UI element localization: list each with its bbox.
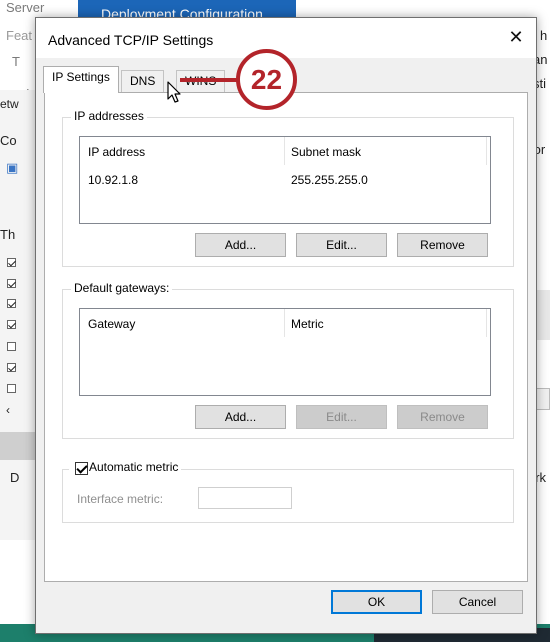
advanced-tcpip-dialog: Advanced TCP/IP Settings ✕ IP Settings D… [35, 17, 537, 634]
subnet-mask-value[interactable]: 255.255.255.0 [291, 173, 368, 187]
gateway-edit-button[interactable]: Edit... [296, 405, 387, 429]
column-metric[interactable]: Metric [291, 317, 324, 331]
bg-checkbox-3 [7, 299, 16, 308]
tab-ip-settings[interactable]: IP Settings [43, 66, 119, 93]
bg-fragment-etw: etw [0, 97, 19, 111]
close-icon[interactable]: ✕ [504, 26, 528, 50]
column-separator [486, 137, 487, 165]
bg-checkbox-1 [7, 258, 16, 267]
bg-right-h: h [540, 28, 548, 43]
bg-network-icon: ▣ [6, 160, 19, 175]
cancel-button[interactable]: Cancel [432, 590, 523, 614]
callout-badge: 22 [236, 49, 297, 110]
bg-scroll-left-icon: ‹ [6, 403, 10, 417]
automatic-metric-checkbox[interactable] [75, 462, 88, 475]
interface-metric-input[interactable] [198, 487, 292, 509]
bg-fragment-d: D [10, 470, 20, 485]
ip-edit-button[interactable]: Edit... [296, 233, 387, 257]
ok-button[interactable]: OK [331, 590, 422, 614]
column-separator [284, 137, 285, 165]
column-gateway[interactable]: Gateway [88, 317, 135, 331]
ip-settings-panel: IP addresses IP address Subnet mask 10.9… [44, 92, 528, 582]
automatic-metric-group: Automatic metric Interface metric: [62, 460, 514, 523]
bg-feat-label: Feat [6, 28, 33, 43]
dialog-title: Advanced TCP/IP Settings [48, 32, 214, 48]
gateway-remove-button[interactable]: Remove [397, 405, 488, 429]
bg-fragment-co: Co [0, 133, 17, 148]
bg-checkbox-6 [7, 363, 16, 372]
bg-checkbox-2 [7, 279, 16, 288]
callout-pointer-line [180, 78, 238, 82]
column-ip-address[interactable]: IP address [88, 145, 145, 159]
tab-dns[interactable]: DNS [121, 70, 165, 92]
bg-checkbox-5 [7, 342, 16, 351]
column-separator [486, 309, 487, 337]
mouse-cursor-icon [167, 81, 181, 103]
bg-server-label: Server [6, 0, 45, 15]
bg-fragment-th: Th [0, 227, 16, 242]
ip-list-header: IP address Subnet mask [80, 137, 490, 165]
bg-gray-block [0, 432, 36, 460]
ip-add-button[interactable]: Add... [195, 233, 286, 257]
interface-metric-label: Interface metric: [77, 492, 164, 506]
ip-remove-button[interactable]: Remove [397, 233, 488, 257]
ip-addresses-group: IP addresses IP address Subnet mask 10.9… [62, 109, 514, 267]
gateway-add-button[interactable]: Add... [195, 405, 286, 429]
ip-address-value[interactable]: 10.92.1.8 [88, 173, 138, 187]
ip-addresses-label: IP addresses [71, 109, 147, 123]
column-separator [284, 309, 285, 337]
bg-checkbox-7 [7, 384, 16, 393]
bg-checkbox-4 [7, 320, 16, 329]
default-gateways-group: Default gateways: Gateway Metric Add... … [62, 281, 514, 439]
gateway-list-header: Gateway Metric [80, 309, 490, 337]
bg-fragment-t: T [12, 54, 20, 69]
column-subnet-mask[interactable]: Subnet mask [291, 145, 361, 159]
ip-address-list[interactable]: IP address Subnet mask 10.92.1.8 255.255… [79, 136, 491, 224]
default-gateways-label: Default gateways: [71, 281, 173, 295]
gateway-list[interactable]: Gateway Metric [79, 308, 491, 396]
dialog-title-bar: Advanced TCP/IP Settings ✕ [36, 18, 536, 58]
